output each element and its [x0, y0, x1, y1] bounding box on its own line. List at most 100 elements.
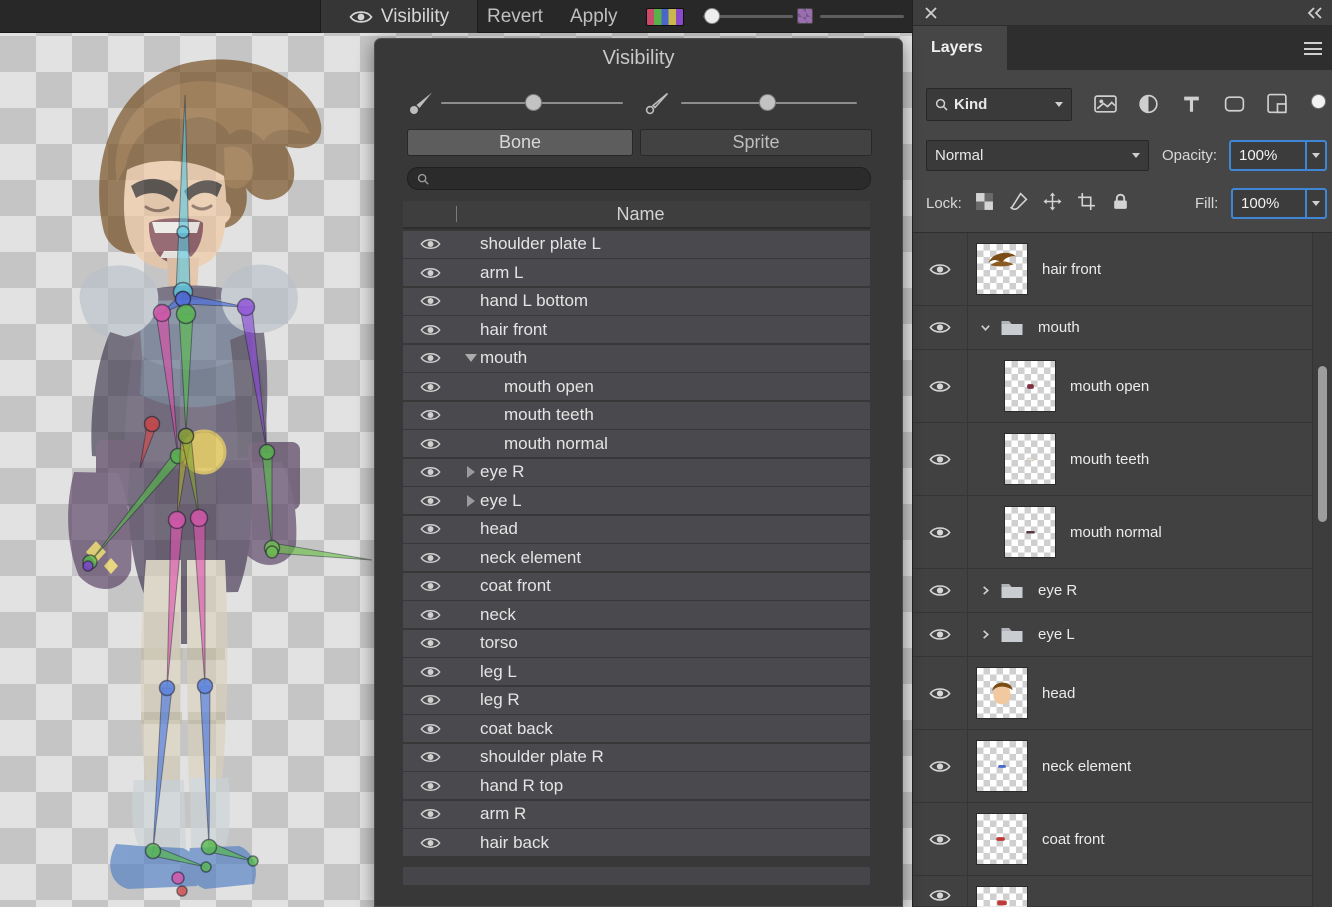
row-visibility-toggle[interactable] [420, 636, 442, 651]
visibility-row[interactable]: mouth teeth [403, 402, 870, 429]
visibility-row[interactable]: arm L [403, 259, 870, 286]
lock-image-pixels-icon[interactable] [1009, 192, 1028, 211]
row-visibility-toggle[interactable] [420, 294, 442, 309]
layer-group-row[interactable]: eye R [913, 569, 1332, 613]
visibility-row[interactable]: neck [403, 601, 870, 628]
foldout-arrow-icon[interactable] [462, 466, 480, 478]
layer-row[interactable]: neck element [913, 730, 1332, 803]
bone-opacity-slider-knob[interactable] [704, 8, 720, 24]
fill-field[interactable]: 100% [1231, 188, 1327, 219]
tab-layers[interactable]: Layers [913, 26, 1007, 70]
layer-thumbnail[interactable] [976, 886, 1028, 907]
row-visibility-toggle[interactable] [420, 693, 442, 708]
panel-bone-slider-knob[interactable] [525, 94, 542, 111]
sprite-opacity-swatch[interactable] [797, 8, 813, 24]
layer-group-row[interactable]: eye L [913, 613, 1332, 657]
layers-scrollbar[interactable] [1312, 233, 1332, 907]
layer-visibility-toggle[interactable] [913, 350, 968, 422]
revert-button[interactable]: Revert [487, 0, 543, 33]
visibility-row[interactable]: leg R [403, 687, 870, 714]
row-visibility-toggle[interactable] [420, 835, 442, 850]
adjustment-layer-filter-icon[interactable] [1137, 93, 1160, 115]
layer-thumbnail[interactable] [976, 813, 1028, 865]
row-visibility-toggle[interactable] [420, 436, 442, 451]
row-visibility-toggle[interactable] [420, 607, 442, 622]
row-visibility-toggle[interactable] [420, 465, 442, 480]
visibility-toggle-button[interactable]: Visibility [320, 0, 478, 33]
lock-artboard-icon[interactable] [1077, 192, 1096, 211]
kind-filter-dropdown[interactable]: Kind [926, 88, 1072, 121]
visibility-row[interactable]: coat back [403, 715, 870, 742]
layer-row[interactable]: head [913, 657, 1332, 730]
row-visibility-toggle[interactable] [420, 351, 442, 366]
layer-row[interactable]: mouth normal [913, 496, 1332, 569]
row-visibility-toggle[interactable] [420, 664, 442, 679]
visibility-row[interactable]: leg L [403, 658, 870, 685]
row-visibility-toggle[interactable] [420, 550, 442, 565]
row-visibility-toggle[interactable] [420, 379, 442, 394]
smart-object-filter-icon[interactable] [1266, 93, 1289, 115]
visibility-row[interactable]: shoulder plate L [403, 231, 870, 258]
layer-visibility-toggle[interactable] [913, 803, 968, 875]
panel-menu-icon[interactable] [1304, 42, 1322, 55]
row-visibility-toggle[interactable] [420, 265, 442, 280]
row-visibility-toggle[interactable] [420, 579, 442, 594]
layer-thumbnail[interactable] [976, 740, 1028, 792]
visibility-row[interactable]: coat front [403, 573, 870, 600]
row-visibility-toggle[interactable] [420, 807, 442, 822]
type-layer-filter-icon[interactable] [1180, 93, 1203, 115]
row-visibility-toggle[interactable] [420, 750, 442, 765]
visibility-row[interactable]: torso [403, 630, 870, 657]
row-visibility-toggle[interactable] [420, 237, 442, 252]
lock-transparent-pixels-icon[interactable] [975, 192, 994, 211]
search-box[interactable] [407, 167, 871, 190]
foldout-arrow-icon[interactable] [462, 495, 480, 507]
visibility-row[interactable]: hair back [403, 829, 870, 856]
visibility-row[interactable]: arm R [403, 801, 870, 828]
visibility-row[interactable]: mouth open [403, 373, 870, 400]
layer-visibility-toggle[interactable] [913, 496, 968, 568]
group-expand-icon[interactable] [979, 629, 991, 640]
pixel-layer-filter-icon[interactable] [1094, 93, 1117, 115]
lock-position-icon[interactable] [1043, 192, 1062, 211]
lock-all-icon[interactable] [1111, 192, 1130, 211]
color-palette-icon[interactable] [646, 8, 684, 26]
layer-row[interactable]: mouth teeth [913, 423, 1332, 496]
row-visibility-toggle[interactable] [420, 721, 442, 736]
tab-bone[interactable]: Bone [407, 129, 633, 156]
opacity-dropdown-button[interactable] [1305, 142, 1325, 169]
layer-visibility-toggle[interactable] [913, 423, 968, 495]
layer-visibility-toggle[interactable] [913, 233, 968, 305]
layer-thumbnail[interactable] [1004, 433, 1056, 485]
layer-group-row[interactable]: mouth [913, 306, 1332, 350]
visibility-row[interactable]: eye R [403, 459, 870, 486]
filtering-toggle[interactable] [1311, 94, 1326, 109]
search-input[interactable] [435, 171, 861, 187]
collapse-panel-icon[interactable] [1306, 6, 1324, 20]
opacity-field[interactable]: 100% [1229, 140, 1327, 171]
layer-visibility-toggle[interactable] [913, 730, 968, 802]
row-visibility-toggle[interactable] [420, 522, 442, 537]
visibility-row[interactable]: mouth [403, 345, 870, 372]
layer-visibility-toggle[interactable] [913, 306, 968, 349]
row-visibility-toggle[interactable] [420, 322, 442, 337]
tab-sprite[interactable]: Sprite [640, 129, 872, 156]
visibility-row[interactable]: hand L bottom [403, 288, 870, 315]
layer-visibility-toggle[interactable] [913, 657, 968, 729]
visibility-row[interactable]: eye L [403, 487, 870, 514]
group-collapse-icon[interactable] [979, 322, 991, 333]
layer-visibility-toggle[interactable] [913, 876, 968, 906]
layer-thumbnail[interactable] [976, 243, 1028, 295]
layer-visibility-toggle[interactable] [913, 569, 968, 612]
scrollbar-thumb[interactable] [1318, 366, 1327, 522]
row-visibility-toggle[interactable] [420, 493, 442, 508]
layer-thumbnail[interactable] [976, 667, 1028, 719]
apply-button[interactable]: Apply [570, 0, 618, 33]
row-visibility-toggle[interactable] [420, 408, 442, 423]
visibility-row[interactable]: head [403, 516, 870, 543]
layer-visibility-toggle[interactable] [913, 613, 968, 656]
visibility-row[interactable]: mouth normal [403, 430, 870, 457]
layer-row[interactable]: coat front [913, 803, 1332, 876]
blend-mode-dropdown[interactable]: Normal [926, 140, 1149, 171]
layer-row[interactable]: mouth open [913, 350, 1332, 423]
